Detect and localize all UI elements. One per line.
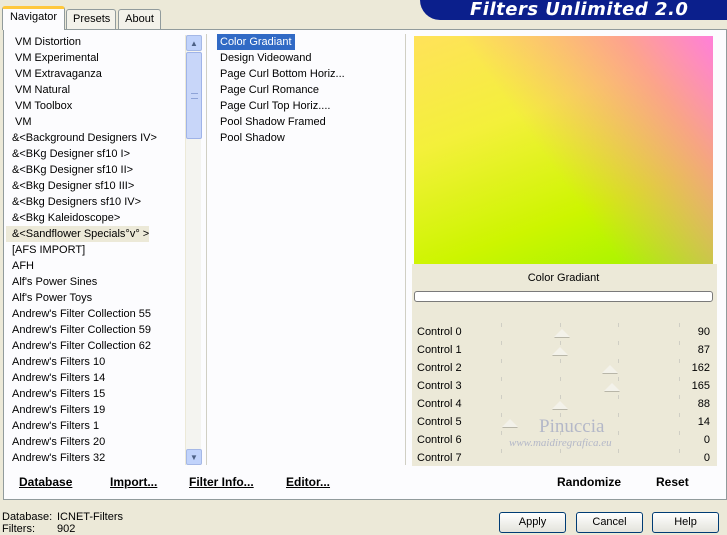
- category-item[interactable]: &<Background Designers IV>: [6, 130, 182, 146]
- category-item[interactable]: Andrew's Filter Collection 55: [6, 306, 182, 322]
- app-title: Filters Unlimited 2.0: [470, 0, 689, 20]
- scroll-thumb[interactable]: [186, 52, 202, 139]
- tab-navigator[interactable]: Navigator: [2, 6, 65, 30]
- editor-button[interactable]: Editor...: [286, 475, 330, 489]
- category-item[interactable]: Andrew's Filters 14: [6, 370, 182, 386]
- control-value: 165: [691, 380, 710, 392]
- filter-item[interactable]: Page Curl Romance: [217, 82, 397, 98]
- control-slider-track[interactable]: [501, 377, 681, 395]
- import-button[interactable]: Import...: [110, 475, 157, 489]
- control-value: 88: [697, 398, 710, 410]
- category-item[interactable]: &<BKg Designer sf10 II>: [6, 162, 182, 178]
- control-label: Control 5: [417, 416, 462, 428]
- filter-item[interactable]: Page Curl Bottom Horiz...: [217, 66, 397, 82]
- category-item[interactable]: Andrew's Filters 20: [6, 434, 182, 450]
- help-button[interactable]: Help: [652, 512, 719, 533]
- database-value: ICNET-Filters: [57, 511, 123, 523]
- control-value: 162: [691, 362, 710, 374]
- category-item[interactable]: AFH: [6, 258, 182, 274]
- category-item[interactable]: Andrew's Filters 19: [6, 402, 182, 418]
- filter-item[interactable]: Design Videowand: [217, 50, 397, 66]
- control-slider-row[interactable]: Control 4 88: [414, 395, 713, 413]
- reset-button[interactable]: Reset: [656, 475, 689, 489]
- control-slider-track[interactable]: [501, 359, 681, 377]
- control-slider-row[interactable]: Control 1 87: [414, 341, 713, 359]
- filter-name-label: Color Gradiant: [527, 272, 600, 284]
- scroll-down-icon[interactable]: ▼: [186, 449, 202, 465]
- category-item[interactable]: Andrew's Filters 32: [6, 450, 182, 466]
- filter-item[interactable]: Color Gradiant: [217, 34, 295, 50]
- control-label: Control 4: [417, 398, 462, 410]
- slider-thumb[interactable]: [552, 401, 569, 409]
- category-item[interactable]: VM Distortion: [6, 34, 182, 50]
- category-item[interactable]: &<Bkg Designer sf10 III>: [6, 178, 182, 194]
- control-slider-row[interactable]: Control 2 162: [414, 359, 713, 377]
- category-item[interactable]: Alf's Power Sines: [6, 274, 182, 290]
- control-value: 0: [703, 452, 710, 464]
- control-label: Control 7: [417, 452, 462, 464]
- apply-button[interactable]: Apply: [499, 512, 566, 533]
- category-item[interactable]: Alf's Power Toys: [6, 290, 182, 306]
- category-item[interactable]: VM Natural: [6, 82, 182, 98]
- control-label: Control 3: [417, 380, 462, 392]
- tab-about[interactable]: About: [118, 9, 161, 29]
- category-item[interactable]: Andrew's Filters 15: [6, 386, 182, 402]
- control-slider-row[interactable]: Control 0 90: [414, 323, 713, 341]
- category-item[interactable]: [AFS IMPORT]: [6, 242, 182, 258]
- control-slider-track[interactable]: [501, 341, 681, 359]
- category-item[interactable]: Andrew's Filter Collection 62: [6, 338, 182, 354]
- category-item[interactable]: VM Experimental: [6, 50, 182, 66]
- filters-label: Filters:: [2, 523, 35, 535]
- category-item[interactable]: &<Sandflower Specials°v° >: [6, 226, 149, 242]
- slider-thumb[interactable]: [502, 419, 519, 427]
- control-slider-row[interactable]: Control 7 0: [414, 449, 713, 467]
- category-item[interactable]: VM Toolbox: [6, 98, 182, 114]
- control-value: 87: [697, 344, 710, 356]
- category-item[interactable]: &<Bkg Designers sf10 IV>: [6, 194, 182, 210]
- filter-item[interactable]: Pool Shadow: [217, 130, 397, 146]
- control-label: Control 2: [417, 362, 462, 374]
- control-slider-track[interactable]: [501, 323, 681, 341]
- watermark-url: www.maidiregrafica.eu: [509, 437, 612, 449]
- preview-image: [414, 36, 713, 264]
- category-item[interactable]: Andrew's Filter Collection 59: [6, 322, 182, 338]
- category-item[interactable]: Andrew's Filters 1: [6, 418, 182, 434]
- database-label: Database:: [2, 511, 53, 523]
- category-item[interactable]: &<BKg Designer sf10 I>: [6, 146, 182, 162]
- control-value: 90: [697, 326, 710, 338]
- filters-value: 902: [57, 523, 76, 535]
- category-list[interactable]: VM Distortion VM Experimental VM Extravaga…: [6, 34, 182, 466]
- control-value: 0: [703, 434, 710, 446]
- category-item[interactable]: VM: [6, 114, 182, 130]
- slider-thumb[interactable]: [551, 347, 568, 355]
- slider-thumb[interactable]: [553, 329, 570, 337]
- cancel-button[interactable]: Cancel: [576, 512, 643, 533]
- control-slider-track[interactable]: [501, 395, 681, 413]
- category-item[interactable]: &<Bkg Kaleidoscope>: [6, 210, 182, 226]
- scroll-up-icon[interactable]: ▲: [186, 35, 202, 51]
- control-value: 14: [697, 416, 710, 428]
- filter-list[interactable]: Color Gradiant Design Videowand Page Curl …: [217, 34, 397, 146]
- progress-bar: [414, 291, 713, 302]
- control-label: Control 0: [417, 326, 462, 338]
- category-scrollbar[interactable]: ▲ ▼: [185, 35, 202, 465]
- filter-info-button[interactable]: Filter Info...: [189, 475, 254, 489]
- filter-item[interactable]: Page Curl Top Horiz....: [217, 98, 397, 114]
- slider-thumb[interactable]: [602, 365, 619, 373]
- category-item[interactable]: Andrew's Filters 10: [6, 354, 182, 370]
- watermark-name: Pinuccia: [539, 416, 605, 437]
- randomize-button[interactable]: Randomize: [557, 475, 621, 489]
- tab-presets[interactable]: Presets: [66, 9, 116, 29]
- control-slider-track[interactable]: [501, 449, 681, 467]
- control-label: Control 6: [417, 434, 462, 446]
- database-button[interactable]: Database: [19, 475, 72, 489]
- category-item[interactable]: VM Extravaganza: [6, 66, 182, 82]
- control-label: Control 1: [417, 344, 462, 356]
- filter-item[interactable]: Pool Shadow Framed: [217, 114, 397, 130]
- control-slider-row[interactable]: Control 3 165: [414, 377, 713, 395]
- slider-thumb[interactable]: [604, 383, 621, 391]
